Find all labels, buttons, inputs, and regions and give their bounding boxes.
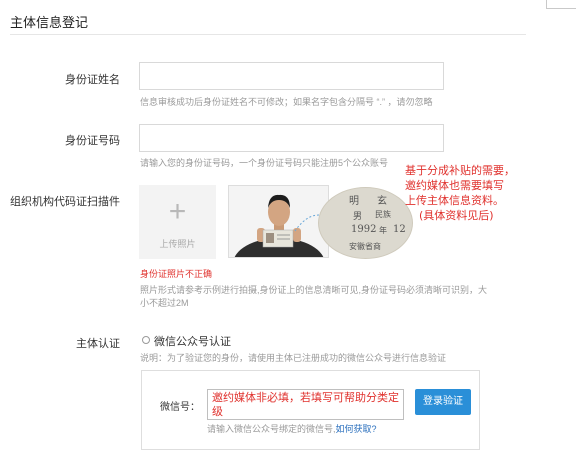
note1-line2: 邀约媒体也需要填写 [405,179,504,192]
upload-label: 上传照片 [159,239,196,249]
id-number-input[interactable] [139,124,444,152]
id-card-month: 年 [379,226,387,235]
note1-line1: 基于分成补贴的需要， [405,164,515,177]
id-card-name-char-2: 玄 [377,196,387,207]
id-card-nation: 民族 [375,210,391,219]
how-to-get-link[interactable]: 如何获取? [336,424,377,434]
login-verify-button[interactable]: 登录验证 [415,389,471,415]
id-card-year: 1992 [351,224,377,235]
scan-hint-line2: 小不超过2M [140,298,189,308]
person-holding-id-illustration [229,186,328,257]
name-input[interactable] [139,62,444,90]
upload-photo-button[interactable]: + 上传照片 [139,185,216,259]
name-hint: 信息审核成功后身份证姓名不可修改；如果名字包含分隔号 “.” ，请勿忽略 [140,97,433,107]
note1-line4: (具体资料见后) [419,209,494,222]
id-card-sex: 男 [353,212,363,222]
verify-hint: 说明：为了验证您的身份，请使用主体已注册成功的微信公众号进行信息验证 [140,353,447,363]
plus-icon: + [168,195,187,228]
scan-hint-line1: 照片形式请参考示例进行拍摄,身份证上的信息清晰可见,身份证号码必须清晰可识别，大 [140,285,488,295]
id-number-label: 身份证号码 [65,135,120,147]
wechat-verify-radio[interactable] [142,336,150,344]
id-card-address: 安徽省商 [349,242,381,251]
sample-photo [228,185,329,258]
scan-label: 组织机构代码证扫描件 [10,196,120,208]
annotation-note-1: 基于分成补贴的需要， 邀约媒体也需要填写 上传主体信息资料。 (具体资料见后) [405,163,515,223]
upload-error: 身份证照片不正确 [140,269,213,279]
name-label: 身份证姓名 [65,74,120,86]
title-divider [10,34,526,35]
wechat-sub-hint: 请输入微信公众号绑定的微信号,如何获取? [207,423,377,436]
note1-line3: 上传主体信息资料。 [405,194,504,207]
page-title: 主体信息登记 [10,15,89,30]
window-corner-frame [546,0,576,9]
id-card-zoom: 明 玄 男 民族 1992 年 12 安徽省商 [318,187,413,259]
wechat-id-input[interactable]: 邀约媒体非必填，若填写可帮助分类定级 [207,389,404,420]
wechat-id-label: 微信号： [160,402,200,413]
id-card-day: 12 [393,224,406,235]
id-number-hint: 请输入您的身份证号码，一个身份证号码只能注册5个公众账号 [140,158,389,168]
wechat-verify-option[interactable]: 微信公众号认证 [154,333,231,349]
id-card-name-char: 明 [349,196,359,207]
verify-label: 主体认证 [76,338,120,350]
wechat-sub-hint-text: 请输入微信公众号绑定的微信号, [207,424,336,434]
